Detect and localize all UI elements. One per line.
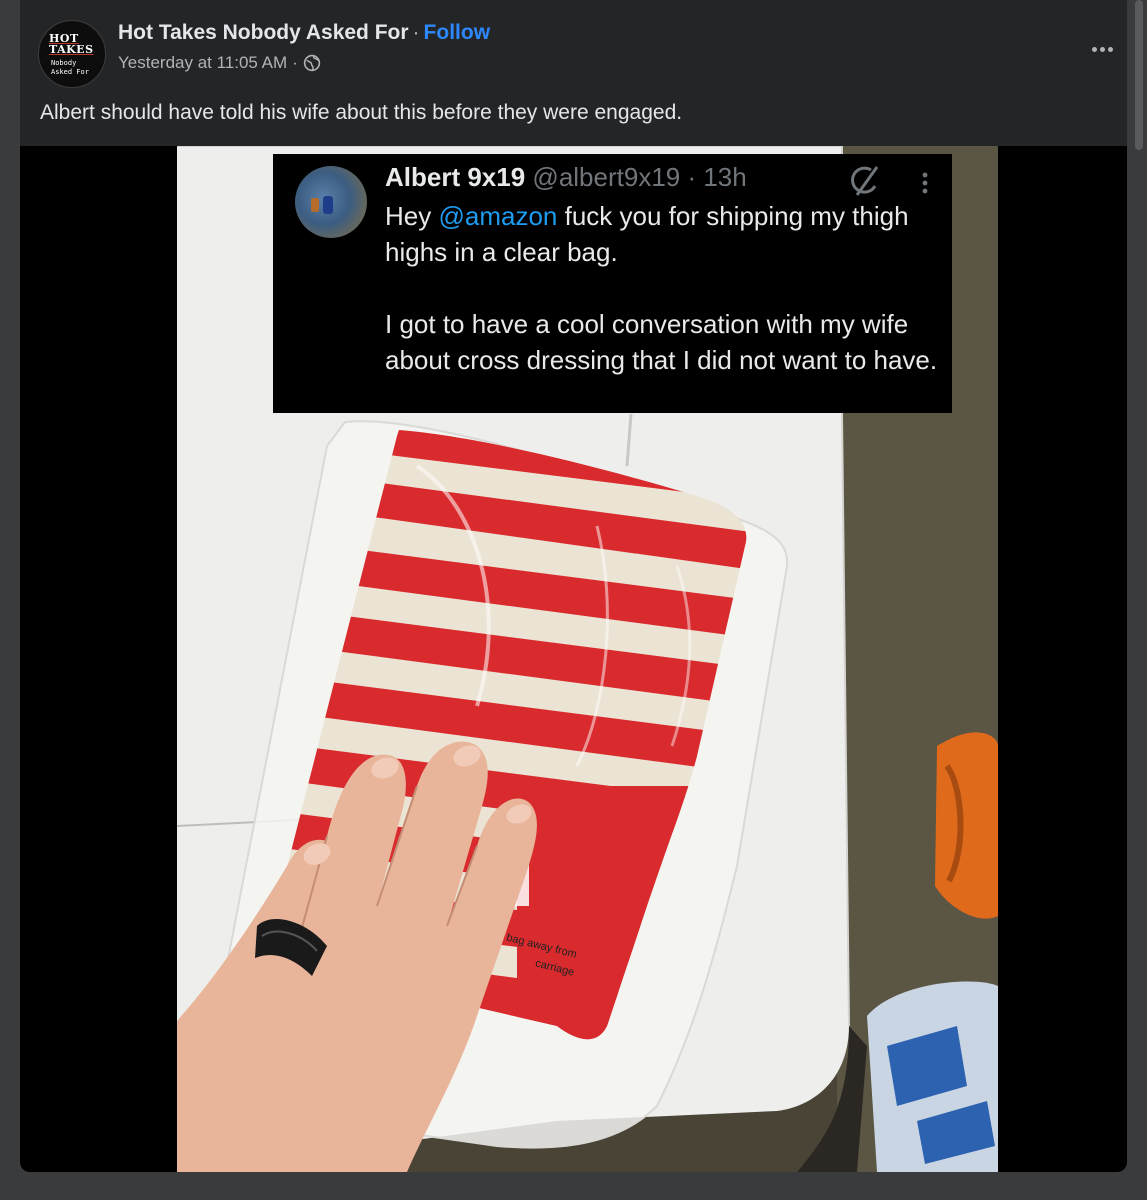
globe-icon[interactable] — [303, 54, 321, 72]
post-title-row: Hot Takes Nobody Asked For · Follow — [118, 21, 490, 45]
tweet-body: Hey @amazon fuck you for shipping my thi… — [385, 198, 945, 378]
page-avatar[interactable]: HOT TAKES Nobody Asked For — [38, 20, 106, 88]
title-separator: · — [412, 21, 420, 44]
tweet-author-name: Albert 9x19 — [385, 162, 526, 192]
post-photo[interactable]: astic bag away from dren carriage — [177, 146, 998, 1172]
post-meta: Yesterday at 11:05 AM · — [118, 53, 321, 73]
avatar-logo-subtext: Nobody Asked For — [51, 59, 89, 76]
more-options-button[interactable] — [1082, 33, 1122, 65]
post-header: HOT TAKES Nobody Asked For Hot Takes Nob… — [20, 0, 1127, 146]
tweet-header: Albert 9x19 @albert9x19 · 13h — [385, 162, 747, 193]
post-timestamp[interactable]: Yesterday at 11:05 AM — [118, 53, 287, 73]
vertical-more-icon — [922, 172, 928, 194]
post-card: HOT TAKES Nobody Asked For Hot Takes Nob… — [20, 0, 1127, 1172]
avatar-logo-text: HOT TAKES — [49, 32, 94, 56]
tweet-paragraph-1: Hey @amazon fuck you for shipping my thi… — [385, 201, 909, 267]
tweet-paragraph-2: I got to have a cool conversation with m… — [385, 309, 938, 375]
tweet-mention: @amazon — [438, 201, 558, 231]
page-scrollbar[interactable] — [1135, 0, 1143, 150]
meta-separator: · — [292, 53, 298, 72]
grok-icon — [851, 166, 879, 196]
follow-button[interactable]: Follow — [424, 21, 491, 44]
post-media[interactable]: astic bag away from dren carriage — [20, 146, 1127, 1172]
more-options-icon — [1091, 46, 1113, 52]
facebook-feed: HOT TAKES Nobody Asked For Hot Takes Nob… — [0, 0, 1147, 1200]
page-name-link[interactable]: Hot Takes Nobody Asked For — [118, 21, 409, 44]
tweet-handle-time: @albert9x19 · 13h — [532, 162, 747, 192]
tweet-screenshot: Albert 9x19 @albert9x19 · 13h Hey @amazo… — [273, 154, 952, 413]
post-text: Albert should have told his wife about t… — [40, 101, 683, 124]
tweet-author-avatar — [295, 166, 367, 238]
